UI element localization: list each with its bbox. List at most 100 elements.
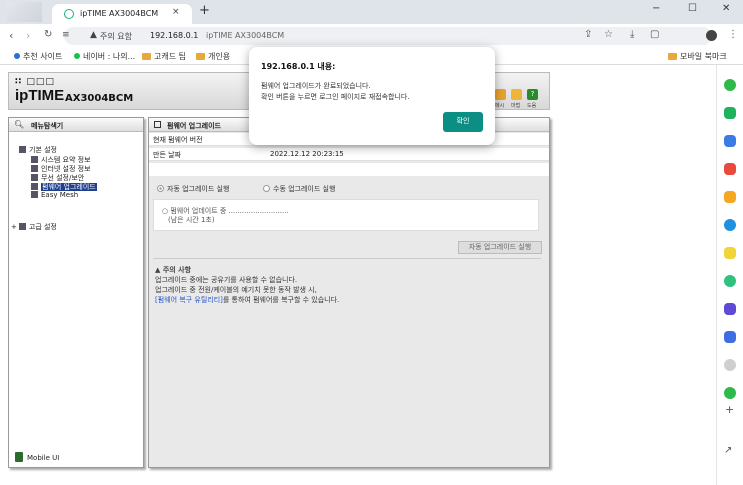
radio-manual-upgrade[interactable]: 수동 업그레이드 실행 (263, 184, 335, 194)
reader-icon[interactable]: ≡ (62, 30, 70, 40)
back-button[interactable]: ‹ (9, 29, 13, 42)
tab-favicon-icon (64, 9, 74, 19)
radio-dot (157, 185, 164, 192)
side-app-icon[interactable] (724, 359, 736, 371)
page-icon (31, 165, 38, 172)
side-app-icon[interactable] (724, 303, 736, 315)
firmware-recovery-link[interactable]: [펌웨어 복구 유틸리티] (155, 296, 223, 304)
folder-icon (19, 146, 26, 153)
content-title: 펌웨어 업그레이드 (167, 122, 221, 130)
side-app-icon[interactable] (724, 191, 736, 203)
menu-panel: 🔍︎ 메뉴탐색기 기본 설정 시스템 요약 정보 인터넷 설정 정보 무선 설정… (8, 117, 144, 468)
side-app-icon[interactable] (724, 275, 736, 287)
side-calendar-icon[interactable] (724, 331, 736, 343)
notice-section: ▲ 주의 사항 업그레이드 중에는 공유기를 사용할 수 없습니다. 업그레이드… (155, 265, 339, 305)
dialog-message: 확인 버튼을 누르면 로그인 페이지로 재접속합니다. (261, 93, 410, 101)
help-label: 도움 (527, 103, 537, 109)
dialog-title: 192.168.0.1 내용: (261, 62, 336, 71)
folder-icon (18, 223, 26, 230)
bookmark-folder-mobile[interactable]: 모바일 북마크 (668, 51, 727, 62)
bookmark-naver[interactable]: 네이버 : 나의... (74, 51, 135, 62)
url-host: 192.168.0.1 (150, 31, 199, 40)
page-icon (31, 174, 38, 181)
info-key: 만든 날짜 (153, 151, 181, 159)
side-app-icon[interactable] (724, 107, 736, 119)
easymesh-label: 메시 (495, 103, 505, 109)
model-name: AX3004BCM (65, 93, 134, 104)
menu-title: 메뉴탐색기 (31, 122, 64, 130)
side-app-icon[interactable] (724, 163, 736, 175)
notice-line: 업그레이드 중에는 공유기를 사용할 수 없습니다. (155, 276, 298, 284)
mobile-icon (15, 452, 23, 462)
info-key: 현재 펌웨어 버전 (153, 136, 203, 144)
side-app-icon[interactable] (724, 135, 736, 147)
radio-dot (263, 185, 270, 192)
setup-wizard-label: 마법 (511, 103, 521, 109)
share-icon[interactable]: ⇪ (584, 29, 592, 40)
search-icon: 🔍︎ (14, 120, 25, 129)
profile-icon[interactable] (706, 30, 717, 41)
info-row-build-date: 만든 날짜 2022.12.12 20:23:15 (149, 148, 549, 161)
progress-box: ○ 펌웨어 업데이트 중 ...........................… (153, 199, 539, 231)
security-status[interactable]: 주의 요함 (100, 31, 132, 42)
extensions-icon[interactable]: ▢ (650, 29, 659, 40)
side-app-icon[interactable] (724, 219, 736, 231)
bookmark-folder-personal[interactable]: 개인용 (196, 51, 230, 62)
page-icon (31, 191, 38, 198)
notice-line: [펌웨어 복구 유틸리티]를 통하여 펌웨어를 복구할 수 있습니다. (155, 296, 340, 304)
close-window-button[interactable]: ✕ (722, 3, 730, 14)
bookmark-recommended[interactable]: 추천 사이트 (14, 51, 62, 62)
alert-dialog: 192.168.0.1 내용: 펌웨어 업그레이드가 완료되었습니다. 확인 버… (249, 47, 495, 145)
side-app-icon[interactable] (724, 247, 736, 259)
bookmark-folder-gocad[interactable]: 고캐드 팁 (142, 51, 186, 62)
page-icon (154, 121, 161, 128)
address-bar[interactable]: ≡ ▲ 주의 요함 192.168.0.1 ipTIME AX3004BCM ⇪… (62, 27, 712, 45)
menu-icon[interactable]: ⋮ (728, 29, 738, 40)
minimize-button[interactable]: − (652, 3, 660, 14)
reload-button[interactable]: ↻ (44, 29, 52, 40)
star-icon[interactable]: ☆ (604, 29, 613, 40)
notice-line: 업그레이드 중 전원/케이블의 예기치 못한 동작 발생 시, (155, 286, 317, 294)
blank-row (149, 163, 549, 176)
logo-dots: ∷ □□□ (15, 77, 55, 87)
page-icon (31, 183, 38, 190)
side-open-icon[interactable]: ↗ (724, 445, 732, 456)
menu-header: 🔍︎ 메뉴탐색기 (9, 118, 143, 132)
maximize-button[interactable]: ☐ (688, 3, 697, 14)
mobile-ui-link[interactable]: Mobile UI (15, 452, 59, 462)
browser-toolbar: ‹ › ↻ ≡ ▲ 주의 요함 192.168.0.1 ipTIME AX300… (0, 24, 743, 48)
download-icon[interactable]: ⤓ (630, 29, 634, 40)
new-tab-button[interactable]: + (199, 3, 210, 18)
iptime-logo: ipTIME (15, 87, 65, 104)
menu-advanced-settings[interactable]: + 고급 설정 (11, 222, 57, 232)
tab-title: ipTIME AX3004BCM (80, 9, 159, 18)
expand-icon: + (11, 223, 17, 231)
ok-button[interactable]: 확인 (443, 112, 483, 132)
browser-tab[interactable]: ipTIME AX3004BCM × (52, 4, 192, 24)
side-add-icon[interactable]: + (725, 403, 734, 416)
divider (153, 258, 541, 259)
warning-icon: ▲ (155, 266, 163, 274)
auto-upgrade-button[interactable]: 자동 업그레이드 실행 (458, 241, 542, 254)
content-panel: 펌웨어 업그레이드 현재 펌웨어 버전 만든 날짜 2022.12.12 20:… (148, 117, 550, 468)
url-page-title: ipTIME AX3004BCM (206, 31, 285, 40)
info-value: 2022.12.12 20:23:15 (270, 150, 344, 158)
side-app-icon[interactable] (724, 387, 736, 399)
dialog-message: 펌웨어 업그레이드가 완료되었습니다. (261, 82, 371, 90)
easymesh-icon[interactable] (495, 89, 506, 100)
browser-logo (6, 2, 42, 22)
browser-side-panel: + ↗ (716, 65, 743, 485)
tab-bar: ipTIME AX3004BCM × + − ☐ ✕ (0, 0, 743, 24)
side-app-icon[interactable] (724, 79, 736, 91)
forward-button[interactable]: › (26, 29, 30, 42)
radio-auto-upgrade[interactable]: 자동 업그레이드 실행 (157, 184, 229, 194)
tab-close-icon[interactable]: × (172, 7, 180, 17)
setup-wizard-icon[interactable] (511, 89, 522, 100)
warning-icon[interactable]: ▲ (90, 30, 97, 40)
page-icon (31, 156, 38, 163)
menu-item-easy-mesh[interactable]: Easy Mesh (31, 191, 78, 199)
remaining-time: (남은 시간 1초) (168, 216, 215, 224)
menu-basic-settings[interactable]: 기본 설정 (19, 145, 57, 155)
help-icon[interactable]: ? (527, 89, 538, 100)
notice-title: ▲ 주의 사항 (155, 266, 192, 274)
